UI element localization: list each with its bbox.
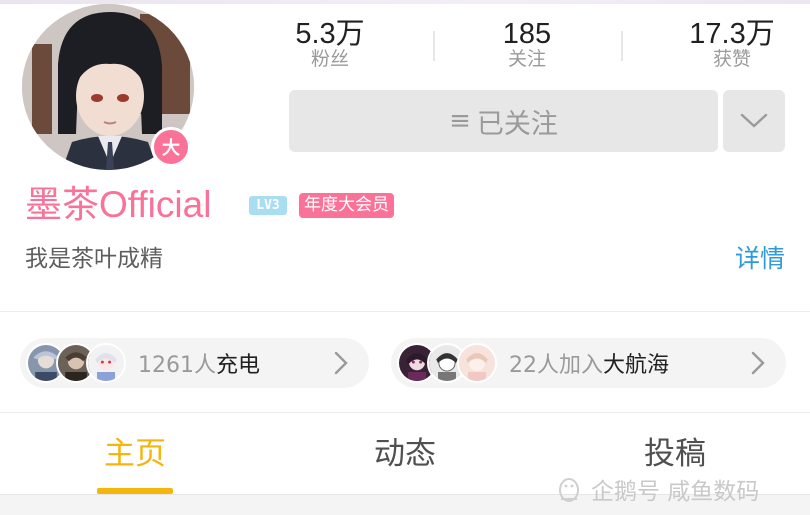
charge-avatars	[26, 343, 126, 383]
vip-tag[interactable]: 年度大会员	[299, 193, 394, 218]
stat-following[interactable]: 185 关注	[447, 18, 607, 70]
stat-following-label: 关注	[507, 48, 546, 70]
detail-link[interactable]: 详情	[735, 244, 785, 274]
stat-fans[interactable]: 5.3万 粉丝	[250, 18, 410, 70]
stat-fans-label: 粉丝	[310, 48, 349, 70]
tab-home[interactable]: 主页	[80, 432, 190, 476]
top-strip	[0, 0, 810, 4]
stat-divider	[621, 31, 623, 61]
guard-text: 22人加入大航海	[509, 353, 670, 378]
chevron-right-icon	[751, 351, 765, 375]
followed-button[interactable]: ≡ 已关注	[289, 90, 718, 152]
charge-text: 1261人充电	[138, 353, 261, 378]
tab-dynamics[interactable]: 动态	[350, 432, 460, 476]
section-divider	[0, 311, 810, 312]
supporter-avatar	[86, 343, 126, 383]
vip-badge: 大	[151, 127, 191, 167]
level-badge: LV3	[249, 196, 287, 215]
chevron-right-icon	[334, 351, 348, 375]
penguin-icon	[559, 478, 579, 502]
menu-icon: ≡	[449, 106, 471, 136]
more-options-button[interactable]	[723, 90, 785, 152]
guard-avatars	[397, 343, 497, 383]
stat-likes[interactable]: 17.3万 获赞	[652, 18, 810, 70]
stat-following-value: 185	[502, 18, 552, 50]
stat-fans-value: 5.3万	[295, 18, 365, 50]
charge-supporters[interactable]: 1261人充电	[20, 338, 369, 388]
user-name: 墨茶Official	[25, 184, 212, 225]
watermark-text: 企鹅号 咸鱼数码	[591, 479, 760, 505]
tab-uploads[interactable]: 投稿	[620, 432, 730, 476]
stat-divider	[433, 31, 435, 61]
stat-likes-label: 获赞	[712, 48, 751, 70]
watermark: 企鹅号 咸鱼数码	[555, 472, 759, 506]
chevron-down-icon	[740, 113, 768, 128]
guard-supporters[interactable]: 22人加入大航海	[391, 338, 786, 388]
section-divider	[0, 412, 810, 413]
guard-avatar	[457, 343, 497, 383]
user-bio: 我是茶叶成精	[25, 246, 163, 272]
followed-button-label: 已关注	[476, 108, 558, 140]
stat-likes-value: 17.3万	[689, 18, 775, 50]
